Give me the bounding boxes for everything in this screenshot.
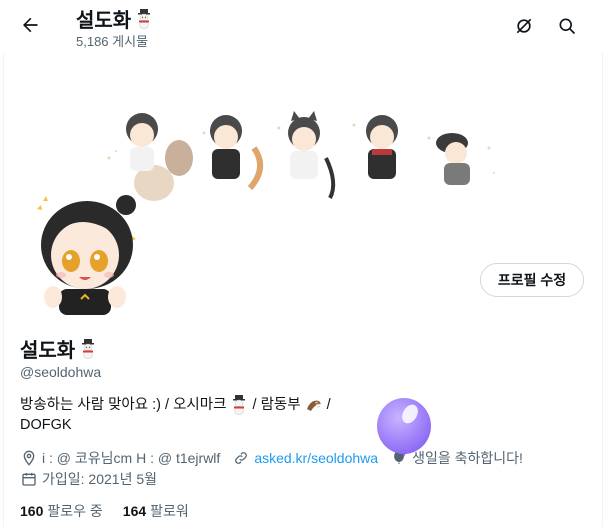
profile-joined-row: 가입일: 2021년 5월 — [20, 469, 157, 489]
profile-joined-date: 가입일: 2021년 5월 — [42, 471, 157, 487]
link-icon — [232, 449, 250, 467]
profile-name: 설도화 — [20, 334, 97, 363]
header-title: 설도화 — [76, 4, 153, 33]
chibi-figure-5 — [436, 133, 470, 185]
search-button[interactable] — [550, 9, 584, 43]
frame-border-right — [602, 0, 603, 527]
followers-link[interactable]: 164 팔로워 — [123, 501, 189, 521]
snowman-icon — [233, 395, 246, 416]
follow-stats: 160 팔로우 중 164 팔로워 — [20, 501, 189, 521]
spaces-button[interactable] — [507, 9, 541, 43]
profile-meta-row: i : @ 코유님cm H : @ t1ejrwlf asked.kr/seol… — [20, 448, 523, 468]
followers-count: 164 — [122, 503, 147, 519]
profile-bio: 방송하는 사람 맞아요 :) / 오시마크 / 람동부 / DOFGK — [20, 395, 380, 435]
profile-link[interactable]: asked.kr/seoldohwa — [254, 450, 378, 466]
search-icon — [559, 18, 576, 35]
avatar-illustration — [37, 195, 136, 315]
bio-text-1: 방송하는 사람 맞아요 :) / 오시마크 — [20, 397, 227, 413]
bio-text-2: / 람동부 — [252, 397, 301, 413]
back-button[interactable] — [13, 8, 47, 42]
chibi-figure-3 — [288, 111, 336, 199]
location-pin-icon — [20, 449, 38, 467]
edit-profile-button[interactable]: 프로필 수정 — [480, 263, 584, 297]
bio-text-3: / — [326, 397, 331, 413]
otter-icon — [306, 400, 321, 412]
snowman-icon — [138, 8, 151, 29]
profile-location: i : @ 코유님cm H : @ t1ejrwlf — [42, 450, 221, 466]
following-label: 팔로우 중 — [47, 503, 103, 519]
bio-line-1: 방송하는 사람 맞아요 :) / 오시마크 / 람동부 / — [20, 395, 380, 416]
chibi-figure-2 — [210, 115, 263, 191]
birthday-balloon-icon[interactable] — [376, 396, 432, 458]
following-count: 160 — [20, 503, 44, 519]
following-link[interactable]: 160 팔로우 중 — [20, 501, 103, 521]
grok-slash-icon — [516, 18, 532, 34]
bio-line-2: DOFGK — [20, 417, 72, 434]
calendar-icon — [20, 470, 38, 488]
header-title-text: 설도화 — [76, 10, 132, 32]
chibi-figure-4 — [366, 115, 398, 179]
profile-name-text: 설도화 — [20, 340, 76, 362]
profile-handle: @seoldohwa — [20, 364, 102, 380]
snowman-icon — [82, 338, 95, 359]
arrow-left-icon — [23, 17, 38, 33]
followers-label: 팔로워 — [150, 503, 189, 519]
profile-avatar[interactable] — [31, 187, 139, 315]
profile-header: 설도화 5,186 게시물 — [0, 0, 607, 53]
post-count: 5,186 게시물 — [76, 34, 149, 49]
